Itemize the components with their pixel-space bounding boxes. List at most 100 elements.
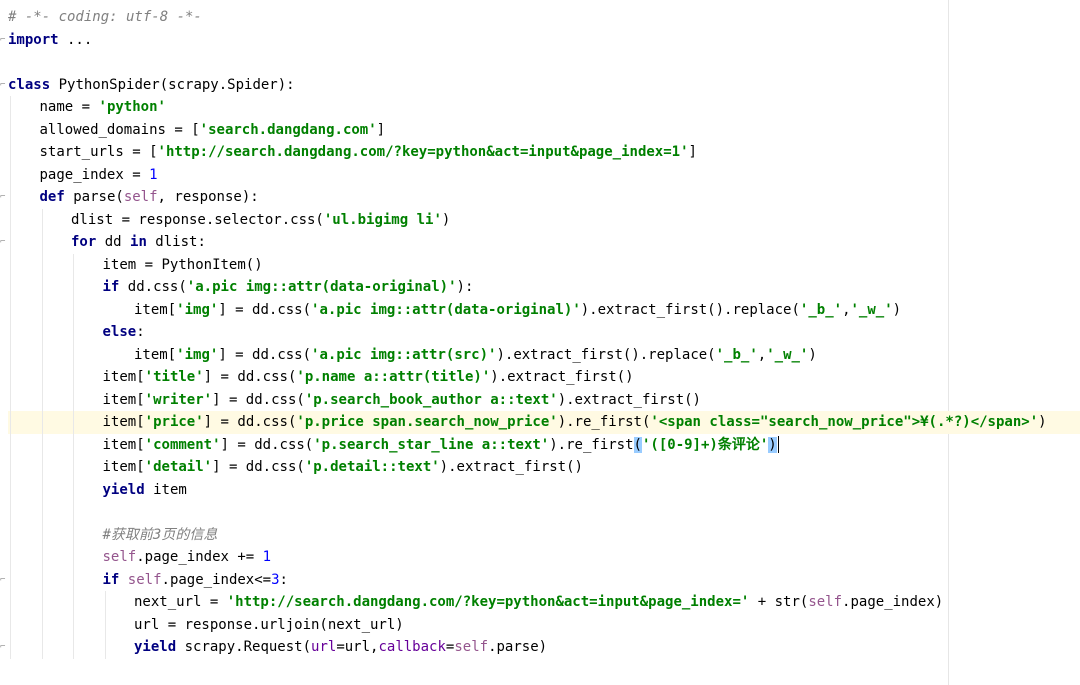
code-token: ] = dd.css( xyxy=(203,414,297,430)
self-token: self xyxy=(808,594,843,610)
matched-bracket: ) xyxy=(768,436,777,453)
fold-marker-icon[interactable]: ⌐ xyxy=(0,33,8,47)
code-line[interactable]: item['writer'] = dd.css('p.search_book_a… xyxy=(8,389,1080,412)
string-token: 'http://search.dangdang.com/?key=python&… xyxy=(157,144,689,160)
string-token: '<span class="search_now_price">¥(.*?)</… xyxy=(650,414,1039,430)
keyword-token: in xyxy=(130,234,147,250)
code-line[interactable]: url = response.urljoin(next_url) xyxy=(8,614,1080,637)
code-token: item[ xyxy=(102,414,145,430)
code-token: , xyxy=(757,346,767,363)
matched-bracket: ( xyxy=(633,436,642,453)
code-line[interactable]: import ... xyxy=(8,29,1080,52)
code-token: dlist = response.selector.css( xyxy=(71,211,324,228)
code-line[interactable]: #获取前3页的信息 xyxy=(8,524,1080,547)
kwarg-token: url xyxy=(311,639,337,655)
string-token: 'comment' xyxy=(144,436,221,453)
string-token: 'python' xyxy=(98,99,166,115)
code-line[interactable]: self.page_index += 1 xyxy=(8,546,1080,569)
code-token: start_urls = [ xyxy=(39,144,158,160)
code-line[interactable]: class PythonSpider(scrapy.Spider): xyxy=(8,74,1080,97)
indent-guide xyxy=(104,591,106,659)
code-line[interactable]: if self.page_index<=3: xyxy=(8,569,1080,592)
code-token: ] = dd.css( xyxy=(220,436,314,453)
string-token: 'ul.bigimg li' xyxy=(323,211,442,228)
code-line[interactable]: start_urls = ['http://search.dangdang.co… xyxy=(8,141,1080,164)
code-line[interactable] xyxy=(8,51,1080,74)
string-token: 'p.search_book_author a::text' xyxy=(304,391,558,408)
code-token: item[ xyxy=(134,346,177,363)
code-line[interactable]: name = 'python' xyxy=(8,96,1080,119)
code-line[interactable]: item['comment'] = dd.css('p.search_star_… xyxy=(8,434,1080,457)
code-line[interactable]: page_index = 1 xyxy=(8,164,1080,187)
code-token: ] = dd.css( xyxy=(218,301,312,318)
code-token: name = xyxy=(39,99,99,115)
code-token: item xyxy=(144,481,187,498)
code-token: , xyxy=(842,301,851,318)
code-token: ).re_first xyxy=(549,436,634,453)
code-line[interactable]: item['title'] = dd.css('p.name a::attr(t… xyxy=(8,366,1080,389)
fold-marker-icon[interactable]: ⌐ xyxy=(0,235,8,249)
code-token: dlist: xyxy=(146,234,206,250)
code-token: allowed_domains = [ xyxy=(39,121,200,138)
fold-marker-icon[interactable]: ⌐ xyxy=(0,640,8,654)
text-caret xyxy=(777,436,779,453)
code-token: =url, xyxy=(336,639,379,655)
code-token: ).extract_first().replace( xyxy=(580,301,800,318)
code-line[interactable]: allowed_domains = ['search.dangdang.com'… xyxy=(8,119,1080,142)
self-token: self xyxy=(454,639,489,655)
comment-token: #获取前3页的信息 xyxy=(102,526,218,543)
code-line[interactable]: dlist = response.selector.css('ul.bigimg… xyxy=(8,209,1080,232)
code-token: item[ xyxy=(102,391,145,408)
string-token: 'a.pic img::attr(data-original)' xyxy=(311,301,581,318)
code-token: dd xyxy=(96,234,131,250)
code-line[interactable]: item['price'] = dd.css('p.price span.sea… xyxy=(8,411,1080,434)
code-token: url = response.urljoin(next_url) xyxy=(134,616,404,633)
keyword-token: if xyxy=(102,571,120,588)
code-token: ] xyxy=(376,121,386,138)
keyword-token: yield xyxy=(102,481,145,498)
string-token: 'http://search.dangdang.com/?key=python&… xyxy=(226,594,750,610)
fold-marker-icon[interactable]: ⌐ xyxy=(0,573,8,587)
indent-guide xyxy=(41,208,43,659)
code-line[interactable]: # -*- coding: utf-8 -*- xyxy=(8,6,1080,29)
string-token: 'p.price span.search_now_price' xyxy=(296,414,558,430)
string-token: 'p.detail::text' xyxy=(304,459,440,475)
code-token: ] = dd.css( xyxy=(212,459,305,475)
code-token: ).extract_first() xyxy=(490,369,634,385)
code-line[interactable]: item = PythonItem() xyxy=(8,254,1080,277)
string-token: 'price' xyxy=(144,414,204,430)
code-token: item[ xyxy=(102,436,145,453)
code-line[interactable]: item['detail'] = dd.css('p.detail::text'… xyxy=(8,456,1080,479)
string-token: '_b_' xyxy=(715,346,758,363)
indent-guide xyxy=(73,253,74,659)
code-token: ) xyxy=(1038,414,1047,430)
code-line[interactable]: next_url = 'http://search.dangdang.com/?… xyxy=(8,591,1080,614)
code-token: .parse) xyxy=(488,639,548,655)
keyword-token: def xyxy=(39,189,65,205)
code-line[interactable] xyxy=(8,501,1080,524)
code-token: item = PythonItem() xyxy=(102,256,263,273)
code-token: dd.css( xyxy=(119,279,187,295)
fold-marker-icon[interactable]: ⌐ xyxy=(0,78,8,92)
code-line[interactable]: for dd in dlist: xyxy=(8,231,1080,254)
code-line[interactable]: if dd.css('a.pic img::attr(data-original… xyxy=(8,276,1080,299)
code-token: ] xyxy=(688,144,697,160)
code-line[interactable]: yield scrapy.Request(url=url,callback=se… xyxy=(8,636,1080,659)
code-line[interactable]: item['img'] = dd.css('a.pic img::attr(da… xyxy=(8,299,1080,322)
code-line[interactable]: yield item xyxy=(8,479,1080,502)
string-token: 'p.search_star_line a::text' xyxy=(313,436,550,453)
code-token: ] = dd.css( xyxy=(212,391,305,408)
code-line[interactable]: else: xyxy=(8,321,1080,344)
code-line[interactable]: item['img'] = dd.css('a.pic img::attr(sr… xyxy=(8,344,1080,367)
code-token: item[ xyxy=(102,459,145,475)
code-editor[interactable]: # -*- coding: utf-8 -*- import ... class P… xyxy=(0,0,1080,685)
code-line[interactable]: def parse(self, response): xyxy=(8,186,1080,209)
code-token: ] = dd.css( xyxy=(203,369,297,385)
code-token: next_url = xyxy=(134,594,227,610)
string-token: 'p.name a::attr(title)' xyxy=(296,369,491,385)
code-token: item[ xyxy=(102,369,145,385)
code-token: ).extract_first() xyxy=(439,459,583,475)
code-token: ) xyxy=(892,301,902,318)
string-token: 'img' xyxy=(176,301,219,318)
fold-marker-icon[interactable]: ⌐ xyxy=(0,190,8,204)
